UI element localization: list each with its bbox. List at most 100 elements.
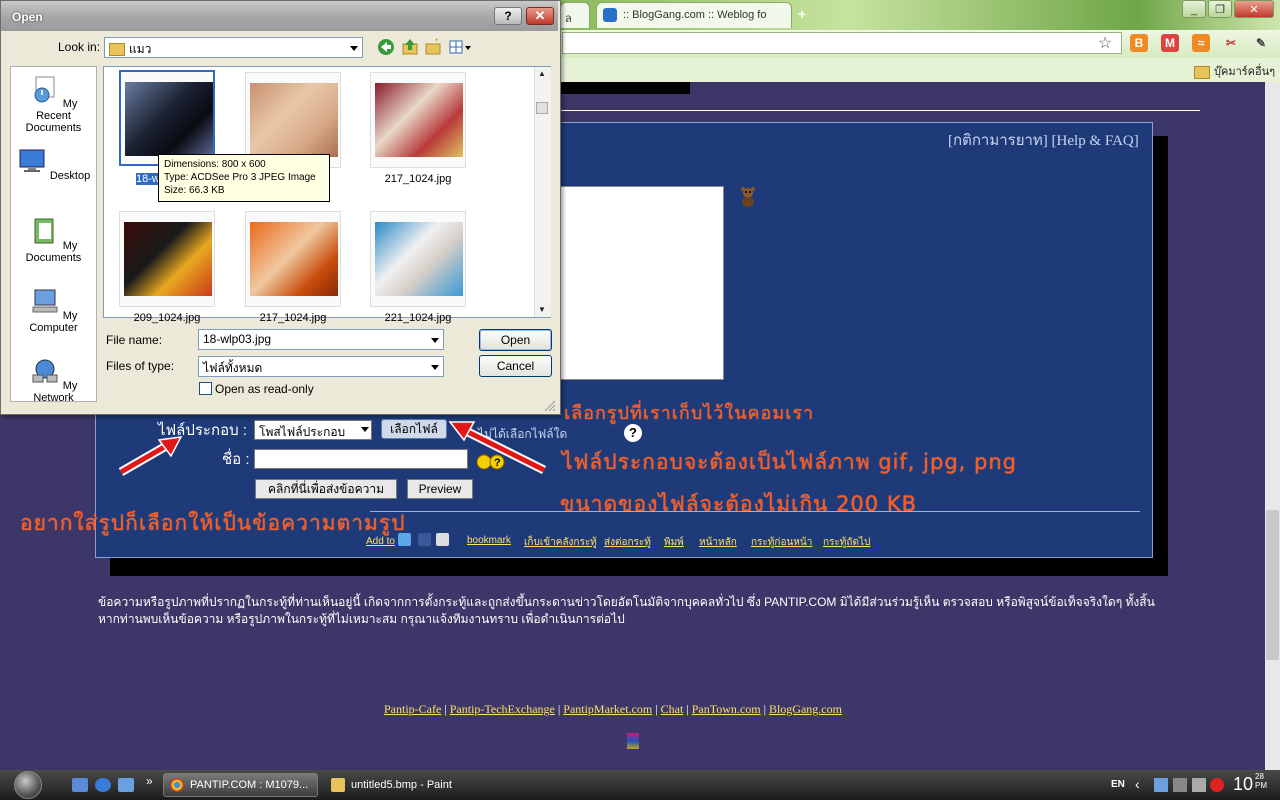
chrome-icon [170,778,184,792]
footer-link-forward[interactable]: ส่งต่อกระทู้ [604,535,651,550]
teddy-bear-icon[interactable] [738,186,758,208]
read-only-checkbox[interactable] [199,382,212,395]
scissors-icon[interactable]: ✂ [1222,34,1240,52]
folder-icon [109,43,125,57]
blogger-icon[interactable]: B [1130,34,1148,52]
footer-link-print[interactable]: พิมพ์ [664,535,684,550]
maximize-button[interactable]: ❐ [1208,0,1232,18]
link-bloggang[interactable]: BlogGang.com [769,702,842,716]
gmail-icon[interactable]: M [1161,34,1179,52]
clock-hour[interactable]: 10 [1233,774,1253,795]
place-recent[interactable]: My Recent Documents [11,75,96,134]
place-desktop[interactable]: Desktop [11,147,96,182]
file-name[interactable]: 209_1024.jpg [112,312,222,324]
file-thumbnail[interactable] [370,72,466,168]
taskbar-item-browser[interactable]: PANTIP.COM : M1079... [163,773,318,797]
quick-launch-more-icon[interactable]: » [146,774,153,788]
choose-file-button[interactable]: เลือกไฟล์ [381,419,447,439]
preview-button[interactable]: Preview [407,479,473,499]
back-icon[interactable] [377,38,395,56]
twitter-icon[interactable] [398,533,411,546]
attach-type-select[interactable]: โพสไฟล์ประกอบ [254,420,372,440]
look-in-combo[interactable]: แมว [104,37,363,58]
file-list-scroll-thumb[interactable] [536,102,548,114]
wrench-icon[interactable]: ✎ [1252,34,1270,52]
file-thumbnail[interactable] [119,70,215,166]
address-bar[interactable] [562,32,1122,54]
file-name-input[interactable]: 18-wlp03.jpg [198,329,444,350]
link-pantipmarket[interactable]: PantipMarket.com [563,702,652,716]
scroll-down-icon[interactable]: ▼ [538,305,546,314]
browser-tab-1[interactable]: ล [560,2,590,28]
place-my-computer[interactable]: My Computer [11,287,96,334]
clock-minute[interactable]: 28 PM [1255,772,1267,790]
myspace-icon[interactable] [436,533,449,546]
read-only-label[interactable]: Open as read-only [215,382,314,396]
resize-grip-icon[interactable] [542,398,556,412]
message-textarea[interactable] [560,186,724,380]
tray-expand-icon[interactable]: ‹ [1135,776,1140,792]
place-my-network[interactable]: My Network [11,357,96,404]
link-pantown[interactable]: PanTown.com [692,702,761,716]
footer-link-home[interactable]: หน้าหลัก [699,535,737,550]
footer-link-bookmark[interactable]: bookmark [467,535,511,546]
show-desktop-icon[interactable] [72,778,88,792]
black-cat-image [125,82,213,156]
bookmark-star-icon[interactable]: ☆ [1098,33,1112,53]
open-button[interactable]: Open [479,329,552,351]
volume-icon[interactable] [1173,778,1187,792]
internet-explorer-icon[interactable] [95,778,111,792]
browser-tab-bloggang[interactable]: :: BlogGang.com :: Weblog fo [596,2,792,28]
cancel-button[interactable]: Cancel [479,355,552,377]
up-folder-icon[interactable] [401,38,419,56]
safely-remove-icon[interactable] [1192,778,1206,792]
new-tab-button[interactable]: + [792,6,812,22]
file-thumbnail[interactable] [119,211,215,307]
place-my-documents[interactable]: My Documents [11,217,96,264]
bookmarks-bar [560,58,1280,83]
file-name[interactable]: 217_1024.jpg [238,312,348,324]
scroll-up-icon[interactable]: ▲ [538,69,546,78]
footer-link-archive[interactable]: เก็บเข้าคลังกระทู้ [524,535,597,550]
file-name[interactable]: 217_1024.jpg [363,173,473,185]
messenger-icon[interactable] [118,778,134,792]
rules-help-links[interactable]: [กติกามารยาท] [Help & FAQ] [948,128,1139,152]
look-in-label: Look in: [58,40,101,54]
footer-link-next[interactable]: กระทู้ถัดไป [823,535,870,550]
antivirus-icon[interactable] [1210,778,1224,792]
link-pantip-cafe[interactable]: Pantip-Cafe [384,702,441,716]
file-thumbnail[interactable] [245,211,341,307]
close-window-button[interactable]: ✕ [1234,0,1274,18]
language-indicator[interactable]: EN [1111,779,1125,790]
chevron-down-icon [361,427,369,432]
file-thumbnail[interactable] [370,211,466,307]
name-label: ชื่อ : [222,451,250,468]
other-bookmarks[interactable]: บุ๊คมาร์คอื่นๆ [1194,62,1275,80]
add-to-link[interactable]: Add to [366,536,395,547]
rss-icon[interactable]: ≈ [1192,34,1210,52]
chevron-down-icon[interactable] [431,338,439,343]
page-scrollbar-thumb[interactable] [1266,510,1279,660]
start-button[interactable] [14,771,42,799]
link-chat[interactable]: Chat [661,702,684,716]
network-icon[interactable] [1154,778,1168,792]
file-info-tooltip: Dimensions: 800 x 600 Type: ACDSee Pro 3… [158,154,330,202]
kittens-image [375,83,463,157]
minimize-button[interactable]: _ [1182,0,1206,18]
file-name-label: File name: [106,333,163,347]
taskbar-item-paint[interactable]: untitled5.bmp - Paint [324,773,466,797]
name-input[interactable] [254,449,468,469]
file-type-select[interactable]: ไฟล์ทั้งหมด [198,356,444,377]
footer-link-prev[interactable]: กระทู้ก่อนหน้า [751,535,812,550]
tooltip-type: Type: ACDSee Pro 3 JPEG Image [164,172,316,183]
dialog-close-button[interactable]: ✕ [526,7,554,25]
page-scrollbar[interactable] [1265,82,1280,770]
facebook-icon[interactable] [418,533,431,546]
file-name[interactable]: 221_1024.jpg [363,312,473,324]
dialog-help-button[interactable]: ? [494,7,522,25]
new-folder-icon[interactable]: * [424,38,442,56]
link-techexchange[interactable]: Pantip-TechExchange [450,702,555,716]
send-message-button[interactable]: คลิกที่นี่เพื่อส่งข้อความ [255,479,397,499]
dialog-titlebar[interactable] [1,1,558,31]
views-menu-icon[interactable] [448,38,472,56]
